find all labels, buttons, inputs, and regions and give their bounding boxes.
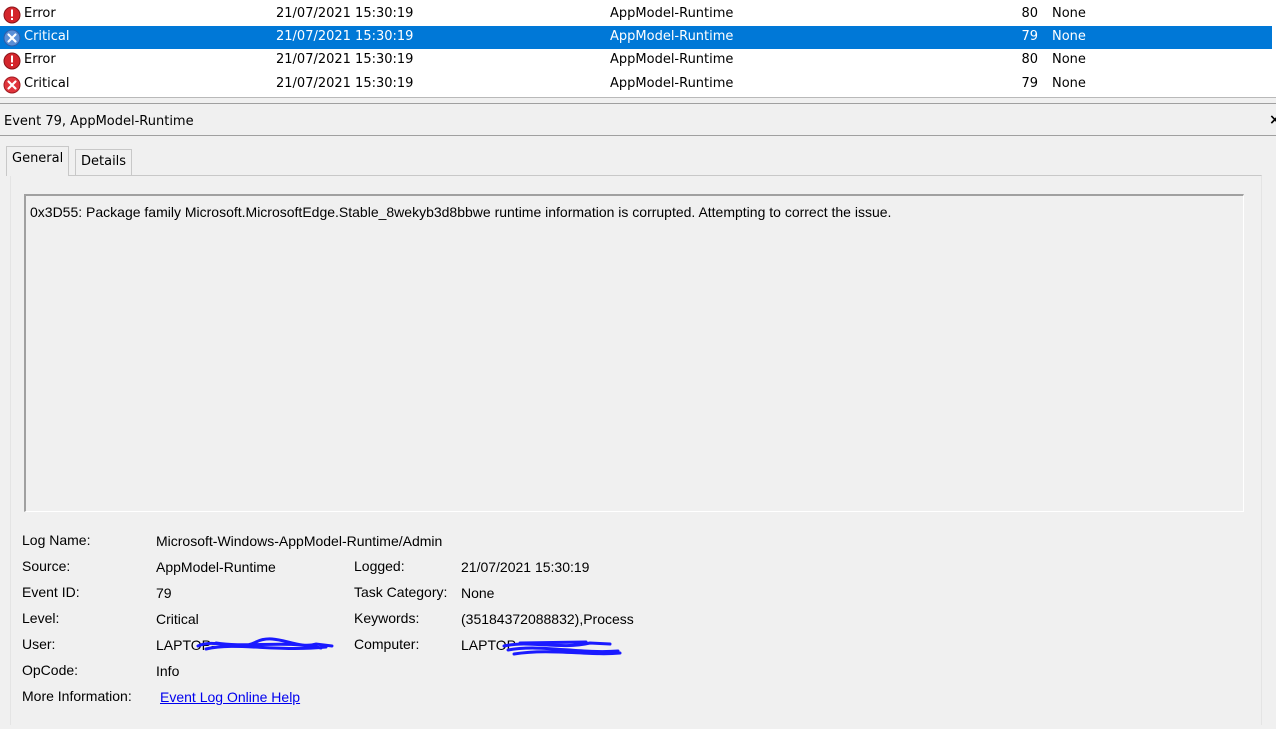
event-date: 21/07/2021 15:30:19 — [276, 52, 414, 67]
event-level: Critical — [24, 76, 70, 91]
event-date: 21/07/2021 15:30:19 — [276, 29, 414, 44]
level-value: Critical — [156, 611, 199, 627]
critical-icon — [3, 29, 21, 47]
log-name-label: Log Name: — [22, 532, 91, 548]
event-task: None — [1052, 52, 1086, 67]
source-label: Source: — [22, 558, 71, 574]
event-description: 0x3D55: Package family Microsoft.Microso… — [30, 204, 892, 220]
task-category-label: Task Category: — [354, 584, 448, 600]
close-icon[interactable]: × — [1269, 112, 1276, 128]
error-icon — [3, 52, 21, 70]
event-list: Error 21/07/2021 15:30:19 AppModel-Runti… — [0, 0, 1276, 98]
log-name-value: Microsoft-Windows-AppModel-Runtime/Admin — [156, 533, 443, 549]
event-log-online-help-link[interactable]: Event Log Online Help — [160, 689, 300, 705]
event-row-3[interactable]: Error 21/07/2021 15:30:19 AppModel-Runti… — [0, 49, 1272, 72]
keywords-label: Keywords: — [354, 610, 420, 626]
event-id: 79 — [1021, 29, 1038, 44]
source-value: AppModel-Runtime — [156, 559, 276, 575]
event-level: Error — [24, 52, 56, 67]
event-task: None — [1052, 6, 1086, 21]
event-source: AppModel-Runtime — [610, 52, 734, 67]
event-row-1[interactable]: Error 21/07/2021 15:30:19 AppModel-Runti… — [0, 3, 1272, 26]
event-source: AppModel-Runtime — [610, 6, 734, 21]
task-category-value: None — [461, 585, 495, 601]
opcode-label: OpCode: — [22, 662, 79, 678]
tab-details[interactable]: Details — [75, 149, 133, 175]
user-label: User: — [22, 636, 56, 652]
computer-label: Computer: — [354, 636, 420, 652]
event-row-4[interactable]: Critical 21/07/2021 15:30:19 AppModel-Ru… — [0, 73, 1272, 96]
event-level: Error — [24, 6, 56, 21]
computer-redaction-scribble — [502, 640, 622, 656]
list-divider — [0, 97, 1276, 98]
event-date: 21/07/2021 15:30:19 — [276, 6, 414, 21]
more-information-label: More Information: — [22, 688, 132, 704]
error-icon — [3, 6, 21, 24]
logged-label: Logged: — [354, 558, 405, 574]
event-id: 80 — [1021, 6, 1038, 21]
event-task: None — [1052, 76, 1086, 91]
user-redaction-scribble — [196, 637, 334, 651]
critical-icon — [3, 76, 21, 94]
event-id: 79 — [1021, 76, 1038, 91]
event-detail-header: Event 79, AppModel-Runtime × — [0, 104, 1276, 136]
event-task: None — [1052, 29, 1086, 44]
event-id-value: 79 — [156, 585, 172, 601]
event-description-box[interactable]: 0x3D55: Package family Microsoft.Microso… — [24, 194, 1244, 512]
event-id-label: Event ID: — [22, 584, 80, 600]
level-label: Level: — [22, 610, 60, 626]
event-date: 21/07/2021 15:30:19 — [276, 76, 414, 91]
event-source: AppModel-Runtime — [610, 76, 734, 91]
keywords-value: (35184372088832),Process — [461, 611, 634, 627]
event-source: AppModel-Runtime — [610, 29, 734, 44]
tab-general[interactable]: General — [6, 146, 70, 176]
event-id: 80 — [1021, 52, 1038, 67]
event-row-2[interactable]: Critical 21/07/2021 15:30:19 AppModel-Ru… — [0, 26, 1272, 49]
event-detail-title: Event 79, AppModel-Runtime — [4, 114, 194, 129]
event-level: Critical — [24, 29, 70, 44]
opcode-value: Info — [156, 663, 180, 679]
logged-value: 21/07/2021 15:30:19 — [461, 559, 590, 575]
